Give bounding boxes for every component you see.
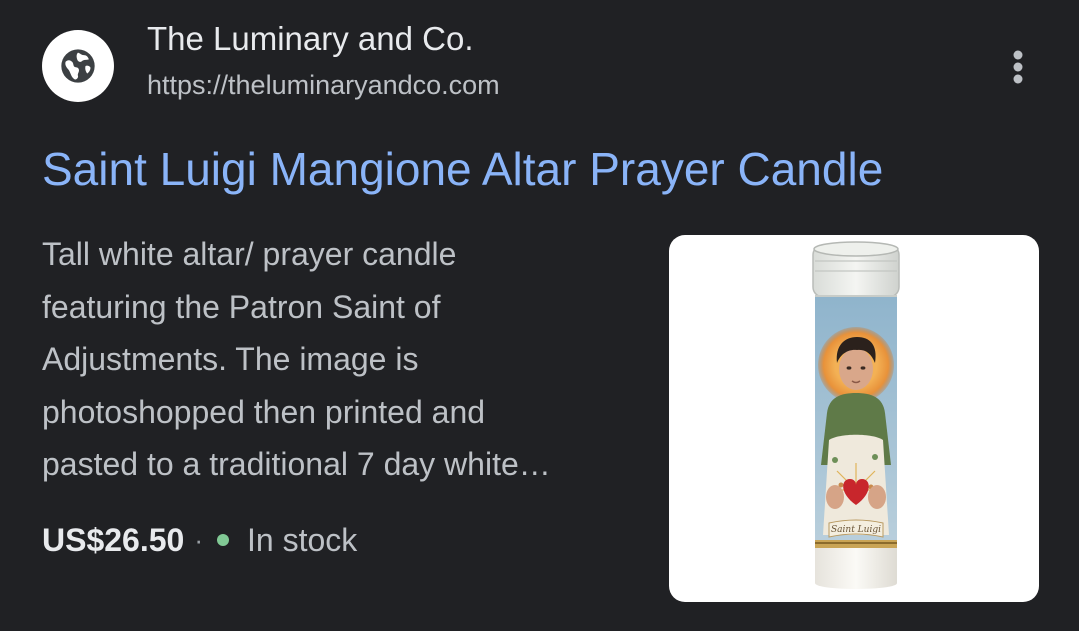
snippet-line: Adjustments. The image is [42, 341, 419, 378]
more-vert-icon [1013, 50, 1023, 84]
snippet-line: featuring the Patron Saint of [42, 288, 441, 325]
site-name: The Luminary and Co. [147, 20, 474, 57]
prayer-candle-image: Saint Luigi [812, 241, 900, 589]
search-result-card: The Luminary and Co. https://theluminary… [0, 0, 1079, 631]
product-price: US$26.50 [42, 521, 185, 558]
site-header[interactable]: The Luminary and Co. https://theluminary… [42, 18, 1002, 108]
result-title-link[interactable]: Saint Luigi Mangione Altar Prayer Candle [42, 142, 883, 196]
more-options-button[interactable] [1000, 45, 1036, 89]
site-url: https://theluminaryandco.com [147, 70, 500, 100]
snippet-line: pasted to a traditional 7 day white… [42, 446, 551, 483]
candle-label-text: Saint Luigi [831, 525, 881, 535]
site-favicon [42, 30, 114, 102]
globe-icon [61, 49, 95, 83]
in-stock-dot-icon [217, 534, 229, 546]
stock-status: In stock [247, 521, 358, 558]
product-thumbnail[interactable]: Saint Luigi [669, 235, 1039, 602]
snippet-line: Tall white altar/ prayer candle [42, 236, 457, 272]
result-snippet: Tall white altar/ prayer candle featurin… [42, 228, 642, 491]
meta-separator: · [194, 524, 203, 555]
product-meta: US$26.50 · In stock [42, 517, 357, 563]
snippet-line: photoshopped then printed and [42, 393, 486, 430]
